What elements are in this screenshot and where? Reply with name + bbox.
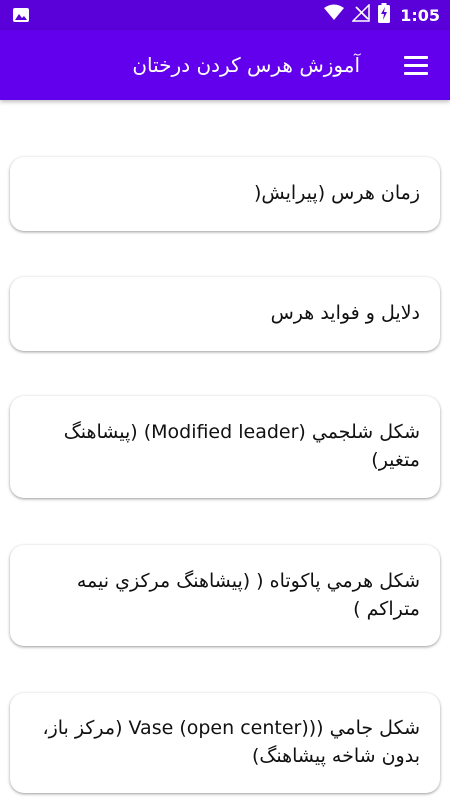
app-title: آموزش هرس کردن درختان xyxy=(132,53,360,77)
list-item[interactable]: شكل هرمي پاكوتاه ( (پيشاهنگ مركزي نيمه م… xyxy=(10,545,440,646)
list-item-label: شكل جامي ((Vase (open center) (مركز باز،… xyxy=(42,717,420,767)
hamburger-menu-icon[interactable] xyxy=(404,53,430,77)
list-item[interactable]: دلايل و فوايد هرس xyxy=(10,277,440,351)
list-item-label: شكل هرمي پاكوتاه ( (پيشاهنگ مركزي نيمه م… xyxy=(76,569,420,620)
battery-charging-icon xyxy=(378,3,391,27)
status-time: 1:05 xyxy=(400,5,440,25)
wifi-icon xyxy=(324,4,345,26)
list-item[interactable]: شكل شلجمي (Modified leader) (پيشاهنگ متغ… xyxy=(10,396,440,498)
list-item[interactable]: زمان هرس (پيرايش( xyxy=(10,157,440,231)
menu-line xyxy=(404,55,428,59)
list-item-label: دلايل و فوايد هرس xyxy=(270,302,420,325)
image-icon xyxy=(12,6,30,24)
list-item-label: زمان هرس (پيرايش( xyxy=(254,182,420,205)
menu-line xyxy=(404,71,428,75)
list-item[interactable]: شكل جامي ((Vase (open center) (مركز باز،… xyxy=(10,693,440,793)
app-bar: آموزش هرس کردن درختان xyxy=(0,30,450,100)
status-bar: 1:05 xyxy=(0,0,450,30)
list-item-label: شكل شلجمي (Modified leader) (پيشاهنگ متغ… xyxy=(63,421,420,471)
status-icons: 1:05 xyxy=(324,0,440,30)
no-signal-icon xyxy=(351,3,370,26)
menu-line xyxy=(404,63,428,67)
